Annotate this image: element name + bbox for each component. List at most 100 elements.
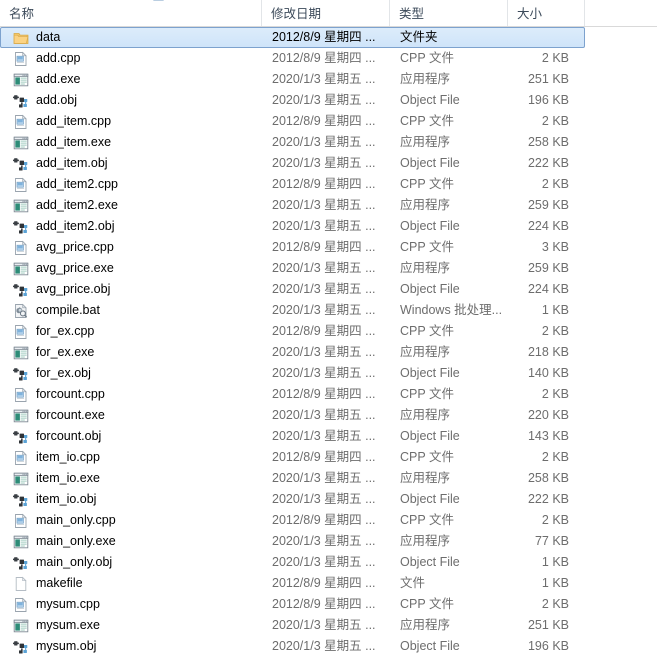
column-header-name-label: 名称 xyxy=(9,7,35,21)
cell-name[interactable]: avg_price.cpp xyxy=(0,237,262,258)
cell-name[interactable]: add_item.obj xyxy=(0,153,262,174)
object-file-icon xyxy=(13,219,29,235)
file-name-label: add.exe xyxy=(36,72,81,86)
cell-name[interactable]: avg_price.obj xyxy=(0,279,262,300)
cell-name[interactable]: item_io.obj xyxy=(0,489,262,510)
cell-name[interactable]: item_io.exe xyxy=(0,468,262,489)
table-row[interactable]: add_item2.obj 2020/1/3 星期五 ... Object File… xyxy=(0,216,657,237)
cell-type: 应用程序 xyxy=(400,261,451,275)
cell-type: Object File xyxy=(400,492,460,506)
table-row[interactable]: for_ex.cpp 2012/8/9 星期四 ... CPP 文件 2 KB xyxy=(0,321,657,342)
cell-name[interactable]: for_ex.exe xyxy=(0,342,262,363)
cell-size: 2 KB xyxy=(541,177,569,191)
cell-size: 2 KB xyxy=(541,324,569,338)
cell-type: Object File xyxy=(400,366,460,380)
table-row[interactable]: main_only.exe 2020/1/3 星期五 ... 应用程序 77 KB xyxy=(0,531,657,552)
file-name-label: add_item.cpp xyxy=(36,114,112,128)
table-row[interactable]: add.exe 2020/1/3 星期五 ... 应用程序 251 KB xyxy=(0,69,657,90)
cell-name[interactable]: item_io.cpp xyxy=(0,447,262,468)
table-row[interactable]: item_io.exe 2020/1/3 星期五 ... 应用程序 258 KB xyxy=(0,468,657,489)
table-row[interactable]: mysum.exe 2020/1/3 星期五 ... 应用程序 251 KB xyxy=(0,615,657,636)
cell-type: Object File xyxy=(400,639,460,653)
table-row[interactable]: add_item2.exe 2020/1/3 星期五 ... 应用程序 259 KB xyxy=(0,195,657,216)
table-row[interactable]: add_item.obj 2020/1/3 星期五 ... Object File 2… xyxy=(0,153,657,174)
cell-date-modified: 2020/1/3 星期五 ... xyxy=(272,408,376,422)
table-row[interactable]: item_io.cpp 2012/8/9 星期四 ... CPP 文件 2 KB xyxy=(0,447,657,468)
table-row[interactable]: mysum.cpp 2012/8/9 星期四 ... CPP 文件 2 KB xyxy=(0,594,657,615)
cell-name[interactable]: add.cpp xyxy=(0,48,262,69)
table-row[interactable]: forcount.cpp 2012/8/9 星期四 ... CPP 文件 2 KB xyxy=(0,384,657,405)
cell-name[interactable]: main_only.exe xyxy=(0,531,262,552)
table-row-selected[interactable]: data 2012/8/9 星期四 ... 文件夹 xyxy=(0,27,585,48)
object-file-icon xyxy=(13,639,29,655)
cell-type: CPP 文件 xyxy=(400,240,454,254)
file-list-view: 名称 修改日期 类型 大小 data 2012/8/9 星期四 ... 文件夹 add… xyxy=(0,0,657,663)
cell-type: 应用程序 xyxy=(400,345,451,359)
cell-type: CPP 文件 xyxy=(400,324,454,338)
cell-size: 222 KB xyxy=(527,492,569,506)
cell-type: CPP 文件 xyxy=(400,597,454,611)
file-rows-container: data 2012/8/9 星期四 ... 文件夹 add.cpp 2012/8/9 星… xyxy=(0,27,657,657)
cell-name[interactable]: add_item2.obj xyxy=(0,216,262,237)
table-row[interactable]: add.cpp 2012/8/9 星期四 ... CPP 文件 2 KB xyxy=(0,48,657,69)
column-header-size[interactable]: 大小 xyxy=(508,0,585,26)
cell-name[interactable]: compile.bat xyxy=(0,300,262,321)
cell-date-modified: 2012/8/9 星期四 ... xyxy=(272,51,376,65)
cell-size: 2 KB xyxy=(541,513,569,527)
cell-type: 应用程序 xyxy=(400,534,451,548)
table-row[interactable]: add_item.exe 2020/1/3 星期五 ... 应用程序 258 KB xyxy=(0,132,657,153)
cell-type: CPP 文件 xyxy=(400,387,454,401)
file-name-label: item_io.obj xyxy=(36,492,97,506)
cell-name[interactable]: data xyxy=(1,27,262,48)
cell-name[interactable]: avg_price.exe xyxy=(0,258,262,279)
table-row[interactable]: main_only.cpp 2012/8/9 星期四 ... CPP 文件 2 KB xyxy=(0,510,657,531)
cell-name[interactable]: for_ex.cpp xyxy=(0,321,262,342)
cpp-file-icon xyxy=(13,597,29,613)
table-row[interactable]: add.obj 2020/1/3 星期五 ... Object File 196 KB xyxy=(0,90,657,111)
object-file-icon xyxy=(13,282,29,298)
table-row[interactable]: avg_price.obj 2020/1/3 星期五 ... Object File… xyxy=(0,279,657,300)
file-name-label: forcount.cpp xyxy=(36,387,105,401)
table-row[interactable]: forcount.obj 2020/1/3 星期五 ... Object File 1… xyxy=(0,426,657,447)
cell-name[interactable]: add_item2.cpp xyxy=(0,174,262,195)
cell-date-modified: 2020/1/3 星期五 ... xyxy=(272,492,376,506)
cell-date-modified: 2012/8/9 星期四 ... xyxy=(272,576,376,590)
table-row[interactable]: add_item.cpp 2012/8/9 星期四 ... CPP 文件 2 KB xyxy=(0,111,657,132)
cell-size: 222 KB xyxy=(527,156,569,170)
cell-name[interactable]: add_item.exe xyxy=(0,132,262,153)
cell-name[interactable]: forcount.exe xyxy=(0,405,262,426)
cell-name[interactable]: add.exe xyxy=(0,69,262,90)
cell-date-modified: 2012/8/9 星期四 ... xyxy=(272,387,376,401)
table-row[interactable]: compile.bat 2020/1/3 星期五 ... Windows 批处理..… xyxy=(0,300,657,321)
table-row[interactable]: avg_price.cpp 2012/8/9 星期四 ... CPP 文件 3 KB xyxy=(0,237,657,258)
cell-name[interactable]: mysum.obj xyxy=(0,636,262,657)
table-row[interactable]: item_io.obj 2020/1/3 星期五 ... Object File 22… xyxy=(0,489,657,510)
column-header-date[interactable]: 修改日期 xyxy=(262,0,390,26)
cell-name[interactable]: mysum.cpp xyxy=(0,594,262,615)
cell-name[interactable]: add.obj xyxy=(0,90,262,111)
cell-date-modified: 2012/8/9 星期四 ... xyxy=(272,324,376,338)
cell-size: 2 KB xyxy=(541,114,569,128)
table-row[interactable]: for_ex.obj 2020/1/3 星期五 ... Object File 140… xyxy=(0,363,657,384)
cell-size: 2 KB xyxy=(541,450,569,464)
table-row[interactable]: mysum.obj 2020/1/3 星期五 ... Object File 196 … xyxy=(0,636,657,657)
table-row[interactable]: add_item2.cpp 2012/8/9 星期四 ... CPP 文件 2 KB xyxy=(0,174,657,195)
cell-name[interactable]: forcount.cpp xyxy=(0,384,262,405)
cell-name[interactable]: makefile xyxy=(0,573,262,594)
table-row[interactable]: avg_price.exe 2020/1/3 星期五 ... 应用程序 259 KB xyxy=(0,258,657,279)
table-row[interactable]: makefile 2012/8/9 星期四 ... 文件 1 KB xyxy=(0,573,657,594)
table-row[interactable]: main_only.obj 2020/1/3 星期五 ... Object File… xyxy=(0,552,657,573)
cell-name[interactable]: main_only.obj xyxy=(0,552,262,573)
cell-name[interactable]: main_only.cpp xyxy=(0,510,262,531)
cell-name[interactable]: for_ex.obj xyxy=(0,363,262,384)
cell-name[interactable]: forcount.obj xyxy=(0,426,262,447)
cell-date-modified: 2020/1/3 星期五 ... xyxy=(272,303,376,317)
table-row[interactable]: forcount.exe 2020/1/3 星期五 ... 应用程序 220 KB xyxy=(0,405,657,426)
file-name-label: add_item2.obj xyxy=(36,219,115,233)
column-header-name[interactable]: 名称 xyxy=(0,0,262,26)
column-header-type[interactable]: 类型 xyxy=(390,0,508,26)
cell-name[interactable]: add_item.cpp xyxy=(0,111,262,132)
cell-name[interactable]: add_item2.exe xyxy=(0,195,262,216)
cell-name[interactable]: mysum.exe xyxy=(0,615,262,636)
table-row[interactable]: for_ex.exe 2020/1/3 星期五 ... 应用程序 218 KB xyxy=(0,342,657,363)
